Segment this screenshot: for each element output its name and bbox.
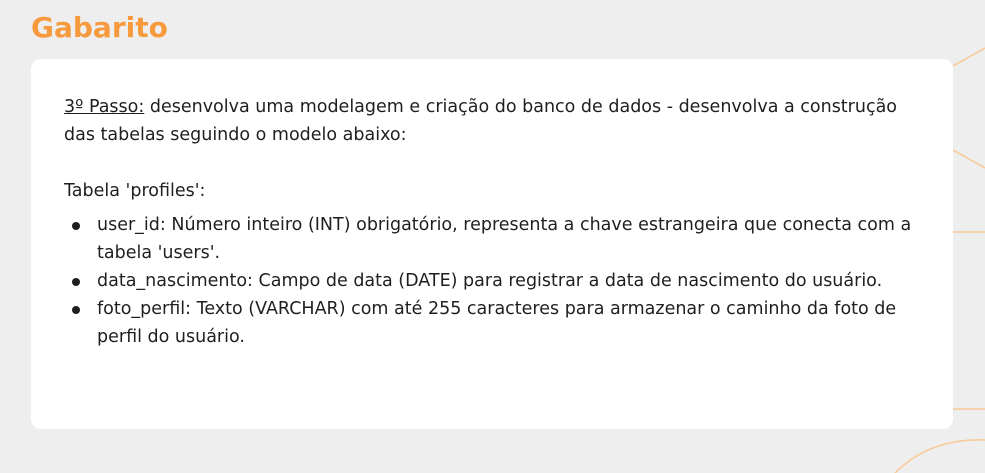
step-text: desenvolva uma modelagem e criação do ba… xyxy=(64,97,898,145)
bullet-icon xyxy=(72,278,80,286)
content-card: 3º Passo: desenvolva uma modelagem e cri… xyxy=(31,59,953,429)
card-content: 3º Passo: desenvolva uma modelagem e cri… xyxy=(64,93,914,351)
list-item: foto_perfil: Texto (VARCHAR) com até 255… xyxy=(64,295,914,351)
list-item: data_nascimento: Campo de data (DATE) pa… xyxy=(64,267,914,295)
step-instruction: 3º Passo: desenvolva uma modelagem e cri… xyxy=(64,93,914,149)
page-title: Gabarito xyxy=(31,11,168,44)
table-heading: Tabela 'profiles': xyxy=(64,181,206,201)
step-label: 3º Passo: xyxy=(64,97,145,117)
field-description: data_nascimento: Campo de data (DATE) pa… xyxy=(97,271,883,291)
field-list: user_id: Número inteiro (INT) obrigatóri… xyxy=(64,211,914,351)
bullet-icon xyxy=(72,306,80,314)
bullet-icon xyxy=(72,222,80,230)
field-description: foto_perfil: Texto (VARCHAR) com até 255… xyxy=(97,299,897,347)
list-item: user_id: Número inteiro (INT) obrigatóri… xyxy=(64,211,914,267)
field-description: user_id: Número inteiro (INT) obrigatóri… xyxy=(97,215,912,263)
